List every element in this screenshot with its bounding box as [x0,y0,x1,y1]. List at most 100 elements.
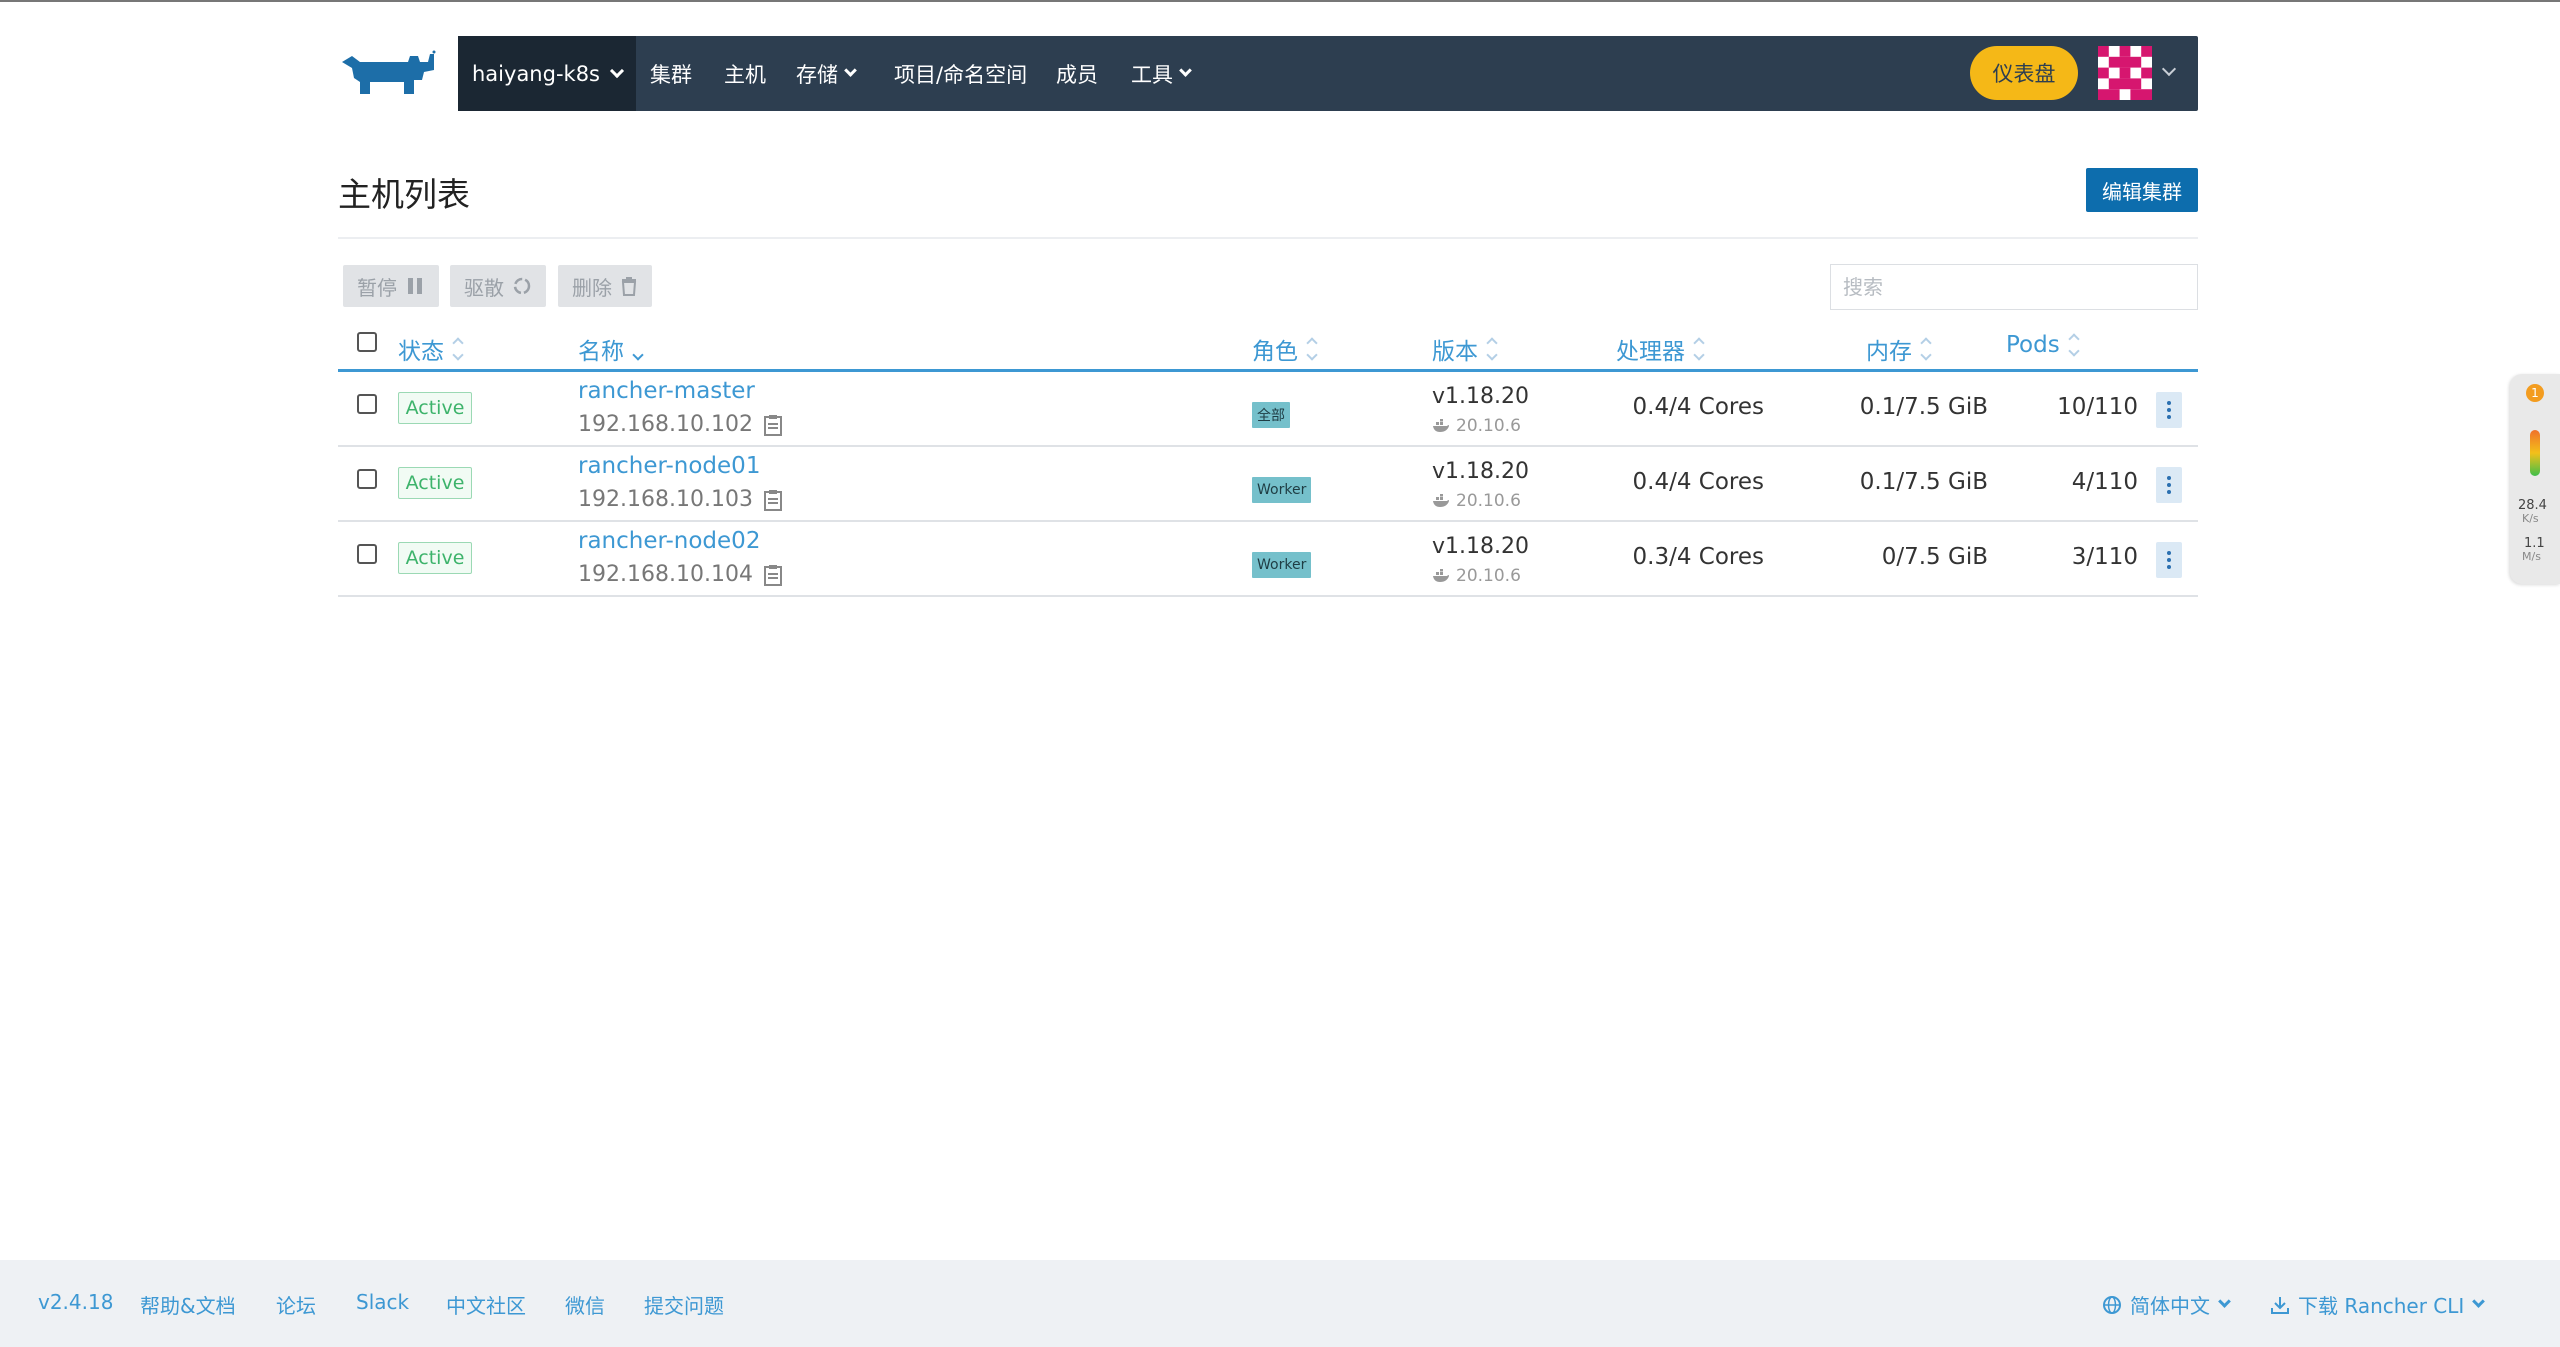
nav-item-members[interactable]: 成员 [1056,36,1098,111]
drain-label: 驱散 [464,275,504,300]
pods-usage: 3/110 [2071,544,2138,570]
status-badge: Active [398,542,472,574]
community-link[interactable]: 中文社区 [446,1290,526,1319]
divider [338,237,2198,239]
download-speed: 1.1 [2524,536,2545,551]
kubernetes-version: v1.18.20 [1432,534,1529,559]
nav-item-label: 成员 [1056,62,1098,87]
delete-button[interactable]: 删除 [558,265,652,307]
download-icon [2270,1295,2290,1315]
column-label: 状态 [398,339,444,365]
dashboard-button[interactable]: 仪表盘 [1970,46,2078,100]
clipboard-icon[interactable] [763,564,783,586]
table-row[interactable]: Active rancher-master 192.168.10.102 全部 … [338,372,2198,447]
page-title: 主机列表 [338,175,470,214]
node-name-link[interactable]: rancher-node01 [578,453,760,479]
language-selector[interactable]: 简体中文 [2102,1290,2231,1319]
search-input[interactable] [1830,264,2198,310]
docker-version-text: 20.10.6 [1456,416,1521,436]
column-label: 处理器 [1616,339,1685,365]
sort-desc-icon [632,337,644,361]
wechat-link[interactable]: 微信 [565,1290,605,1319]
memory-usage: 0.1/7.5 GiB [1859,469,1988,495]
forum-link[interactable]: 论坛 [276,1290,316,1319]
column-header-version[interactable]: 版本 [1432,332,1498,366]
rancher-logo-icon[interactable] [338,50,438,98]
docker-icon [1432,419,1450,433]
column-label: 版本 [1432,339,1478,365]
help-docs-link[interactable]: 帮助&文档 [140,1290,236,1319]
download-cli-label: 下载 Rancher CLI [2298,1294,2465,1318]
table-row[interactable]: Active rancher-node01 192.168.10.103 Wor… [338,447,2198,522]
pause-button[interactable]: 暂停 [343,265,439,307]
row-checkbox[interactable] [357,394,377,414]
ip-address: 192.168.10.103 [578,487,753,512]
node-ip: 192.168.10.104 [578,562,783,587]
node-ip: 192.168.10.102 [578,412,783,437]
nav-item-label: 主机 [724,62,766,87]
chevron-down-icon [609,63,625,78]
docker-version-text: 20.10.6 [1456,491,1521,511]
pods-usage: 4/110 [2071,469,2138,495]
cluster-selector[interactable]: haiyang-k8s [458,36,636,111]
column-label: Pods [2006,332,2060,358]
row-checkbox[interactable] [357,469,377,489]
window-top-border [0,0,2560,2]
user-avatar[interactable] [2098,46,2152,100]
cpu-usage: 0.4/4 Cores [1632,394,1765,420]
sort-icon [2068,333,2080,357]
role-badge: 全部 [1252,402,1290,428]
nav-item-cluster[interactable]: 集群 [650,36,692,111]
slack-link[interactable]: Slack [356,1290,409,1314]
column-header-role[interactable]: 角色 [1252,332,1318,366]
column-header-pods[interactable]: Pods [2006,332,2080,358]
docker-version-text: 20.10.6 [1456,566,1521,586]
nav-item-label: 集群 [650,62,692,87]
column-header-cpu[interactable]: 处理器 [1616,332,1705,366]
pause-icon [405,276,425,296]
sort-icon [452,337,464,361]
nav-item-projects[interactable]: 项目/命名空间 [894,36,1027,111]
ip-address: 192.168.10.102 [578,412,753,437]
cpu-usage: 0.3/4 Cores [1632,544,1765,570]
cluster-name: haiyang-k8s [472,61,600,86]
column-label: 角色 [1252,339,1298,365]
docker-version: 20.10.6 [1432,566,1521,586]
download-cli-link[interactable]: 下载 Rancher CLI [2270,1290,2486,1319]
clipboard-icon[interactable] [763,414,783,436]
row-actions-menu-icon[interactable] [2156,467,2182,503]
nav-item-hosts[interactable]: 主机 [724,36,766,111]
docker-icon [1432,569,1450,583]
version-link[interactable]: v2.4.18 [38,1290,113,1314]
column-header-memory[interactable]: 内存 [1866,332,1932,366]
nav-item-tools[interactable]: 工具 [1131,36,1192,111]
clipboard-icon[interactable] [763,489,783,511]
node-name-link[interactable]: rancher-node02 [578,528,760,554]
table-row[interactable]: Active rancher-node02 192.168.10.104 Wor… [338,522,2198,597]
row-actions-menu-icon[interactable] [2156,392,2182,428]
trash-icon [620,276,638,296]
nav-item-storage[interactable]: 存储 [796,36,857,111]
nav-item-label: 项目/命名空间 [894,62,1028,87]
chevron-down-icon[interactable] [2161,61,2177,77]
drain-button[interactable]: 驱散 [450,265,546,307]
footer: v2.4.18 帮助&文档 论坛 Slack 中文社区 微信 提交问题 简体中文… [0,1260,2560,1347]
file-issue-link[interactable]: 提交问题 [644,1290,724,1319]
docker-icon [1432,494,1450,508]
row-checkbox[interactable] [357,544,377,564]
network-speed-widget[interactable]: 1 28.4 K/s 1.1 M/s [2510,374,2560,584]
sort-icon [1920,337,1932,361]
upload-unit: K/s [2522,512,2539,525]
select-all-checkbox[interactable] [357,332,377,352]
column-header-state[interactable]: 状态 [398,332,464,366]
download-unit: M/s [2522,550,2541,563]
top-navbar: haiyang-k8s 集群 主机 存储 项目/命名空间 成员 工具 仪表盘 [458,36,2198,111]
column-label: 名称 [578,339,624,365]
docker-version: 20.10.6 [1432,416,1521,436]
row-actions-menu-icon[interactable] [2156,542,2182,578]
column-header-name[interactable]: 名称 [578,332,644,366]
ip-address: 192.168.10.104 [578,562,753,587]
status-badge: Active [398,392,472,424]
edit-cluster-button[interactable]: 编辑集群 [2086,168,2198,212]
node-name-link[interactable]: rancher-master [578,378,755,404]
